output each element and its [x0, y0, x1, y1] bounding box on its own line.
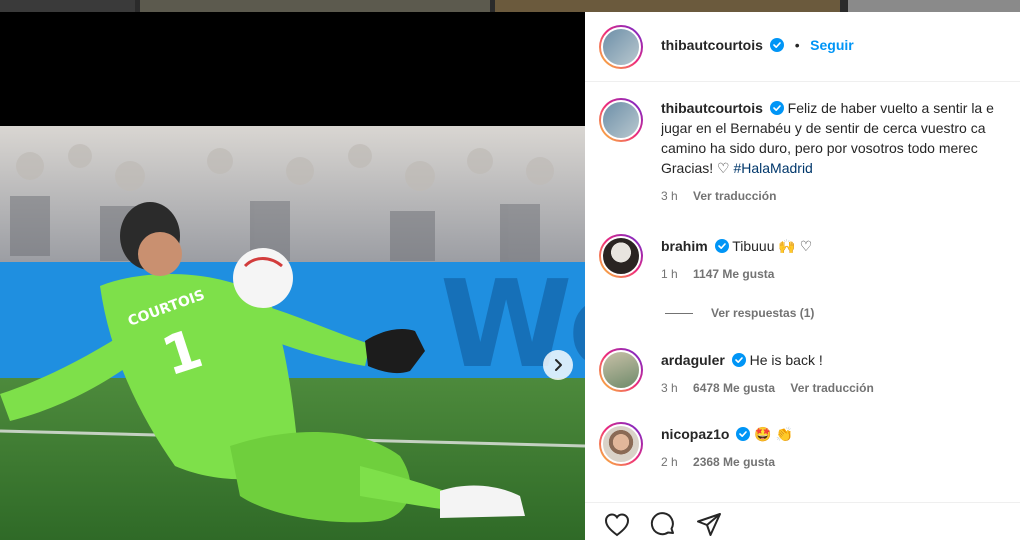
translate-link[interactable]: Ver traducción	[790, 381, 873, 395]
post-header: thibautcourtois • Seguir	[585, 12, 1020, 82]
verified-badge-icon	[770, 38, 785, 52]
verified-badge-icon	[769, 101, 784, 115]
caption-line: camino ha sido duro, pero por vosotros t…	[661, 140, 978, 156]
post-details-panel: thibautcourtois • Seguir thibautcourtois…	[585, 12, 1020, 540]
verified-badge-icon	[736, 427, 751, 441]
caption-line: Gracias! ♡	[661, 160, 734, 176]
comment-meta: 3 h 6478 Me gusta Ver traducción	[661, 378, 1020, 398]
author-username[interactable]: thibautcourtois	[661, 37, 763, 53]
commenter-username[interactable]: brahim	[661, 238, 708, 254]
replies-divider	[665, 312, 693, 314]
comment-time: 3 h	[661, 381, 678, 395]
post-media[interactable]: We 1 COURTOIS	[0, 12, 585, 540]
background-thumb	[495, 0, 840, 12]
translate-link[interactable]: Ver traducción	[693, 189, 776, 203]
commenter-avatar[interactable]	[599, 234, 643, 278]
commenter-avatar[interactable]	[599, 348, 643, 392]
caption-body: thibautcourtois Feliz de haber vuelto a …	[661, 98, 1020, 206]
commenter-username[interactable]: nicopaz1o	[661, 426, 729, 442]
comment-likes[interactable]: 1147 Me gusta	[693, 267, 774, 281]
comment-icon[interactable]	[649, 511, 677, 539]
post-photo: We 1 COURTOIS	[0, 126, 585, 540]
comment-likes[interactable]: 6478 Me gusta	[693, 381, 775, 395]
post-actions-bar	[585, 502, 1020, 540]
next-media-button[interactable]	[543, 350, 573, 380]
comment-likes[interactable]: 2368 Me gusta	[693, 455, 775, 469]
comment-time: 2 h	[661, 455, 678, 469]
background-thumb	[0, 0, 135, 12]
commenter-avatar[interactable]	[599, 422, 643, 466]
caption-avatar[interactable]	[599, 98, 643, 142]
chevron-right-icon	[555, 359, 562, 371]
caption-line: Feliz de haber vuelto a sentir la e	[787, 100, 994, 116]
background-strip	[0, 0, 1020, 12]
caption-time: 3 h	[661, 189, 678, 203]
caption-meta: 3 h Ver traducción	[661, 186, 1020, 206]
hashtag-link[interactable]: #HalaMadrid	[733, 160, 812, 176]
comment-meta: 1 h 1147 Me gusta	[661, 264, 1020, 284]
send-icon[interactable]	[695, 511, 723, 539]
commenter-username[interactable]: ardaguler	[661, 352, 725, 368]
separator-dot: •	[794, 37, 800, 53]
comment-meta: 2 h 2368 Me gusta	[661, 452, 1020, 472]
comment-text: Tibuuu 🙌 ♡	[732, 238, 813, 254]
comment-text: He is back !	[749, 352, 823, 368]
comment-body: brahim Tibuuu 🙌 ♡ 1 h 1147 Me gusta	[661, 236, 1020, 284]
follow-button[interactable]: Seguir	[810, 37, 854, 53]
verified-badge-icon	[731, 353, 746, 367]
view-replies-button[interactable]: Ver respuestas (1)	[665, 306, 814, 320]
comment-text: 🤩 👏	[754, 426, 794, 442]
background-thumb	[140, 0, 490, 12]
header-user-line: thibautcourtois • Seguir	[661, 37, 854, 55]
comment-time: 1 h	[661, 267, 678, 281]
comment-body: ardaguler He is back ! 3 h 6478 Me gusta…	[661, 350, 1020, 398]
heart-icon[interactable]	[603, 511, 631, 539]
comment-body: nicopaz1o 🤩 👏 2 h 2368 Me gusta	[661, 424, 1020, 472]
background-thumb	[848, 0, 1020, 12]
verified-badge-icon	[714, 239, 729, 253]
view-replies-label: Ver respuestas (1)	[711, 306, 815, 320]
caption-username[interactable]: thibautcourtois	[661, 100, 763, 116]
author-avatar[interactable]	[599, 25, 643, 69]
caption-line: jugar en el Bernabéu y de sentir de cerc…	[661, 120, 986, 136]
